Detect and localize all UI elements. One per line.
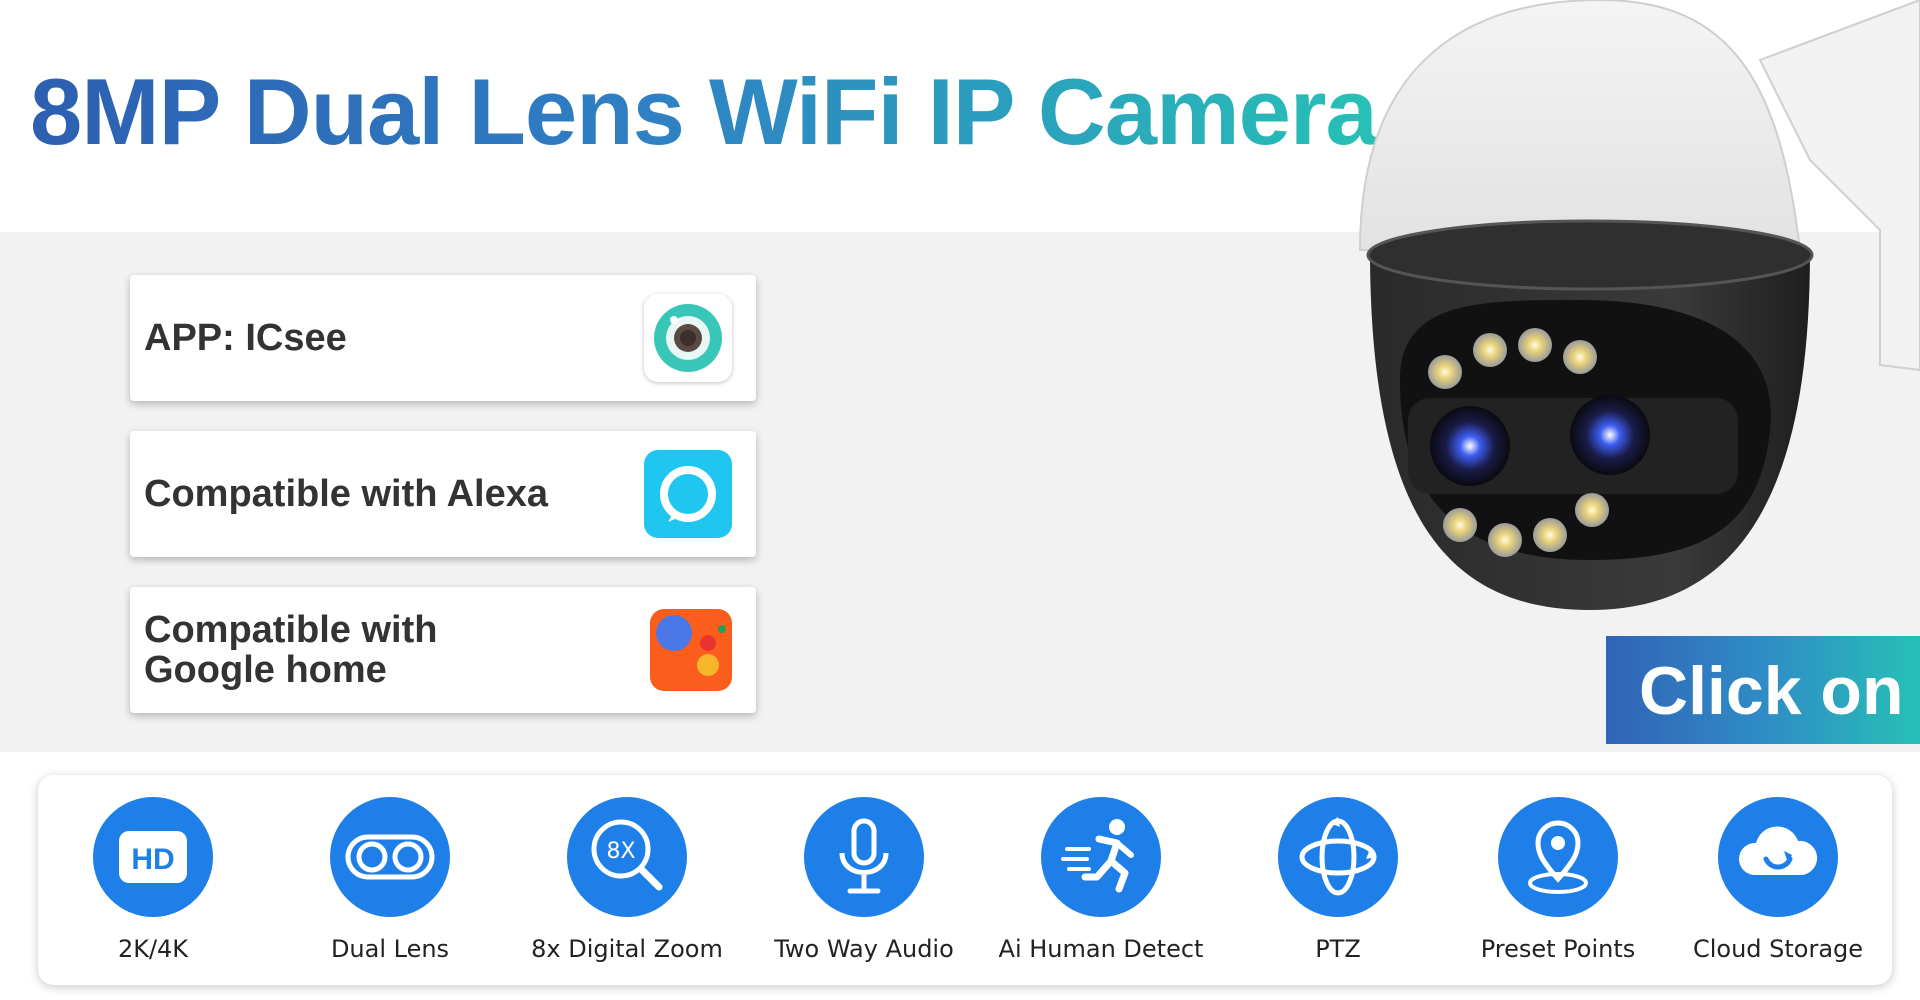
feature-cloud-storage: Cloud Storage (1663, 775, 1893, 985)
microphone-icon (804, 797, 924, 917)
page-title: 8MP Dual Lens WiFi IP Camera (30, 59, 1378, 164)
feature-label: Cloud Storage (1692, 935, 1864, 963)
feature-label: Dual Lens (330, 935, 450, 963)
rotate-icon (1278, 797, 1398, 917)
card-google-home: Compatible with Google home (130, 587, 756, 713)
card-icsee-app: APP: ICsee (130, 275, 756, 401)
zoom-text: 8X (606, 839, 635, 864)
ptz-camera-image (1340, 0, 1920, 620)
feature-label: PTZ (1315, 935, 1361, 963)
feature-label: 8x Digital Zoom (531, 935, 723, 963)
feature-label: Ai Human Detect (998, 935, 1204, 963)
cloud-icon (1718, 797, 1838, 917)
feature-dual-lens: Dual Lens (275, 775, 505, 985)
alexa-icon (644, 450, 732, 538)
feature-two-way-audio: Two Way Audio (749, 775, 979, 985)
zoom-icon: 8X (567, 797, 687, 917)
google-home-icon (650, 609, 732, 691)
icsee-app-icon (644, 294, 732, 382)
feature-label: Two Way Audio (774, 935, 954, 963)
feature-preset-points: Preset Points (1443, 775, 1673, 985)
feature-digital-zoom: 8X 8x Digital Zoom (512, 775, 742, 985)
card-alexa: Compatible with Alexa (130, 431, 756, 557)
feature-ptz: PTZ (1223, 775, 1453, 985)
location-pin-icon (1498, 797, 1618, 917)
card-label: APP: ICsee (144, 317, 347, 359)
feature-label: Preset Points (1480, 935, 1636, 963)
feature-label: 2K/4K (117, 935, 189, 963)
click-on-label: Click on (1639, 653, 1904, 729)
dual-lens-icon (330, 797, 450, 917)
card-label: Compatible with Google home (144, 609, 438, 691)
card-label: Compatible with Alexa (144, 473, 548, 515)
hd-icon: HD (93, 797, 213, 917)
feature-ai-human-detect: Ai Human Detect (986, 775, 1216, 985)
hd-text: HD (131, 843, 174, 876)
running-person-icon (1041, 797, 1161, 917)
feature-bar: HD 2K/4K Dual Lens 8X 8x Digital Zoom Tw… (38, 775, 1892, 985)
click-on-button[interactable]: Click on (1606, 636, 1920, 744)
feature-2k-4k: HD 2K/4K (38, 775, 268, 985)
